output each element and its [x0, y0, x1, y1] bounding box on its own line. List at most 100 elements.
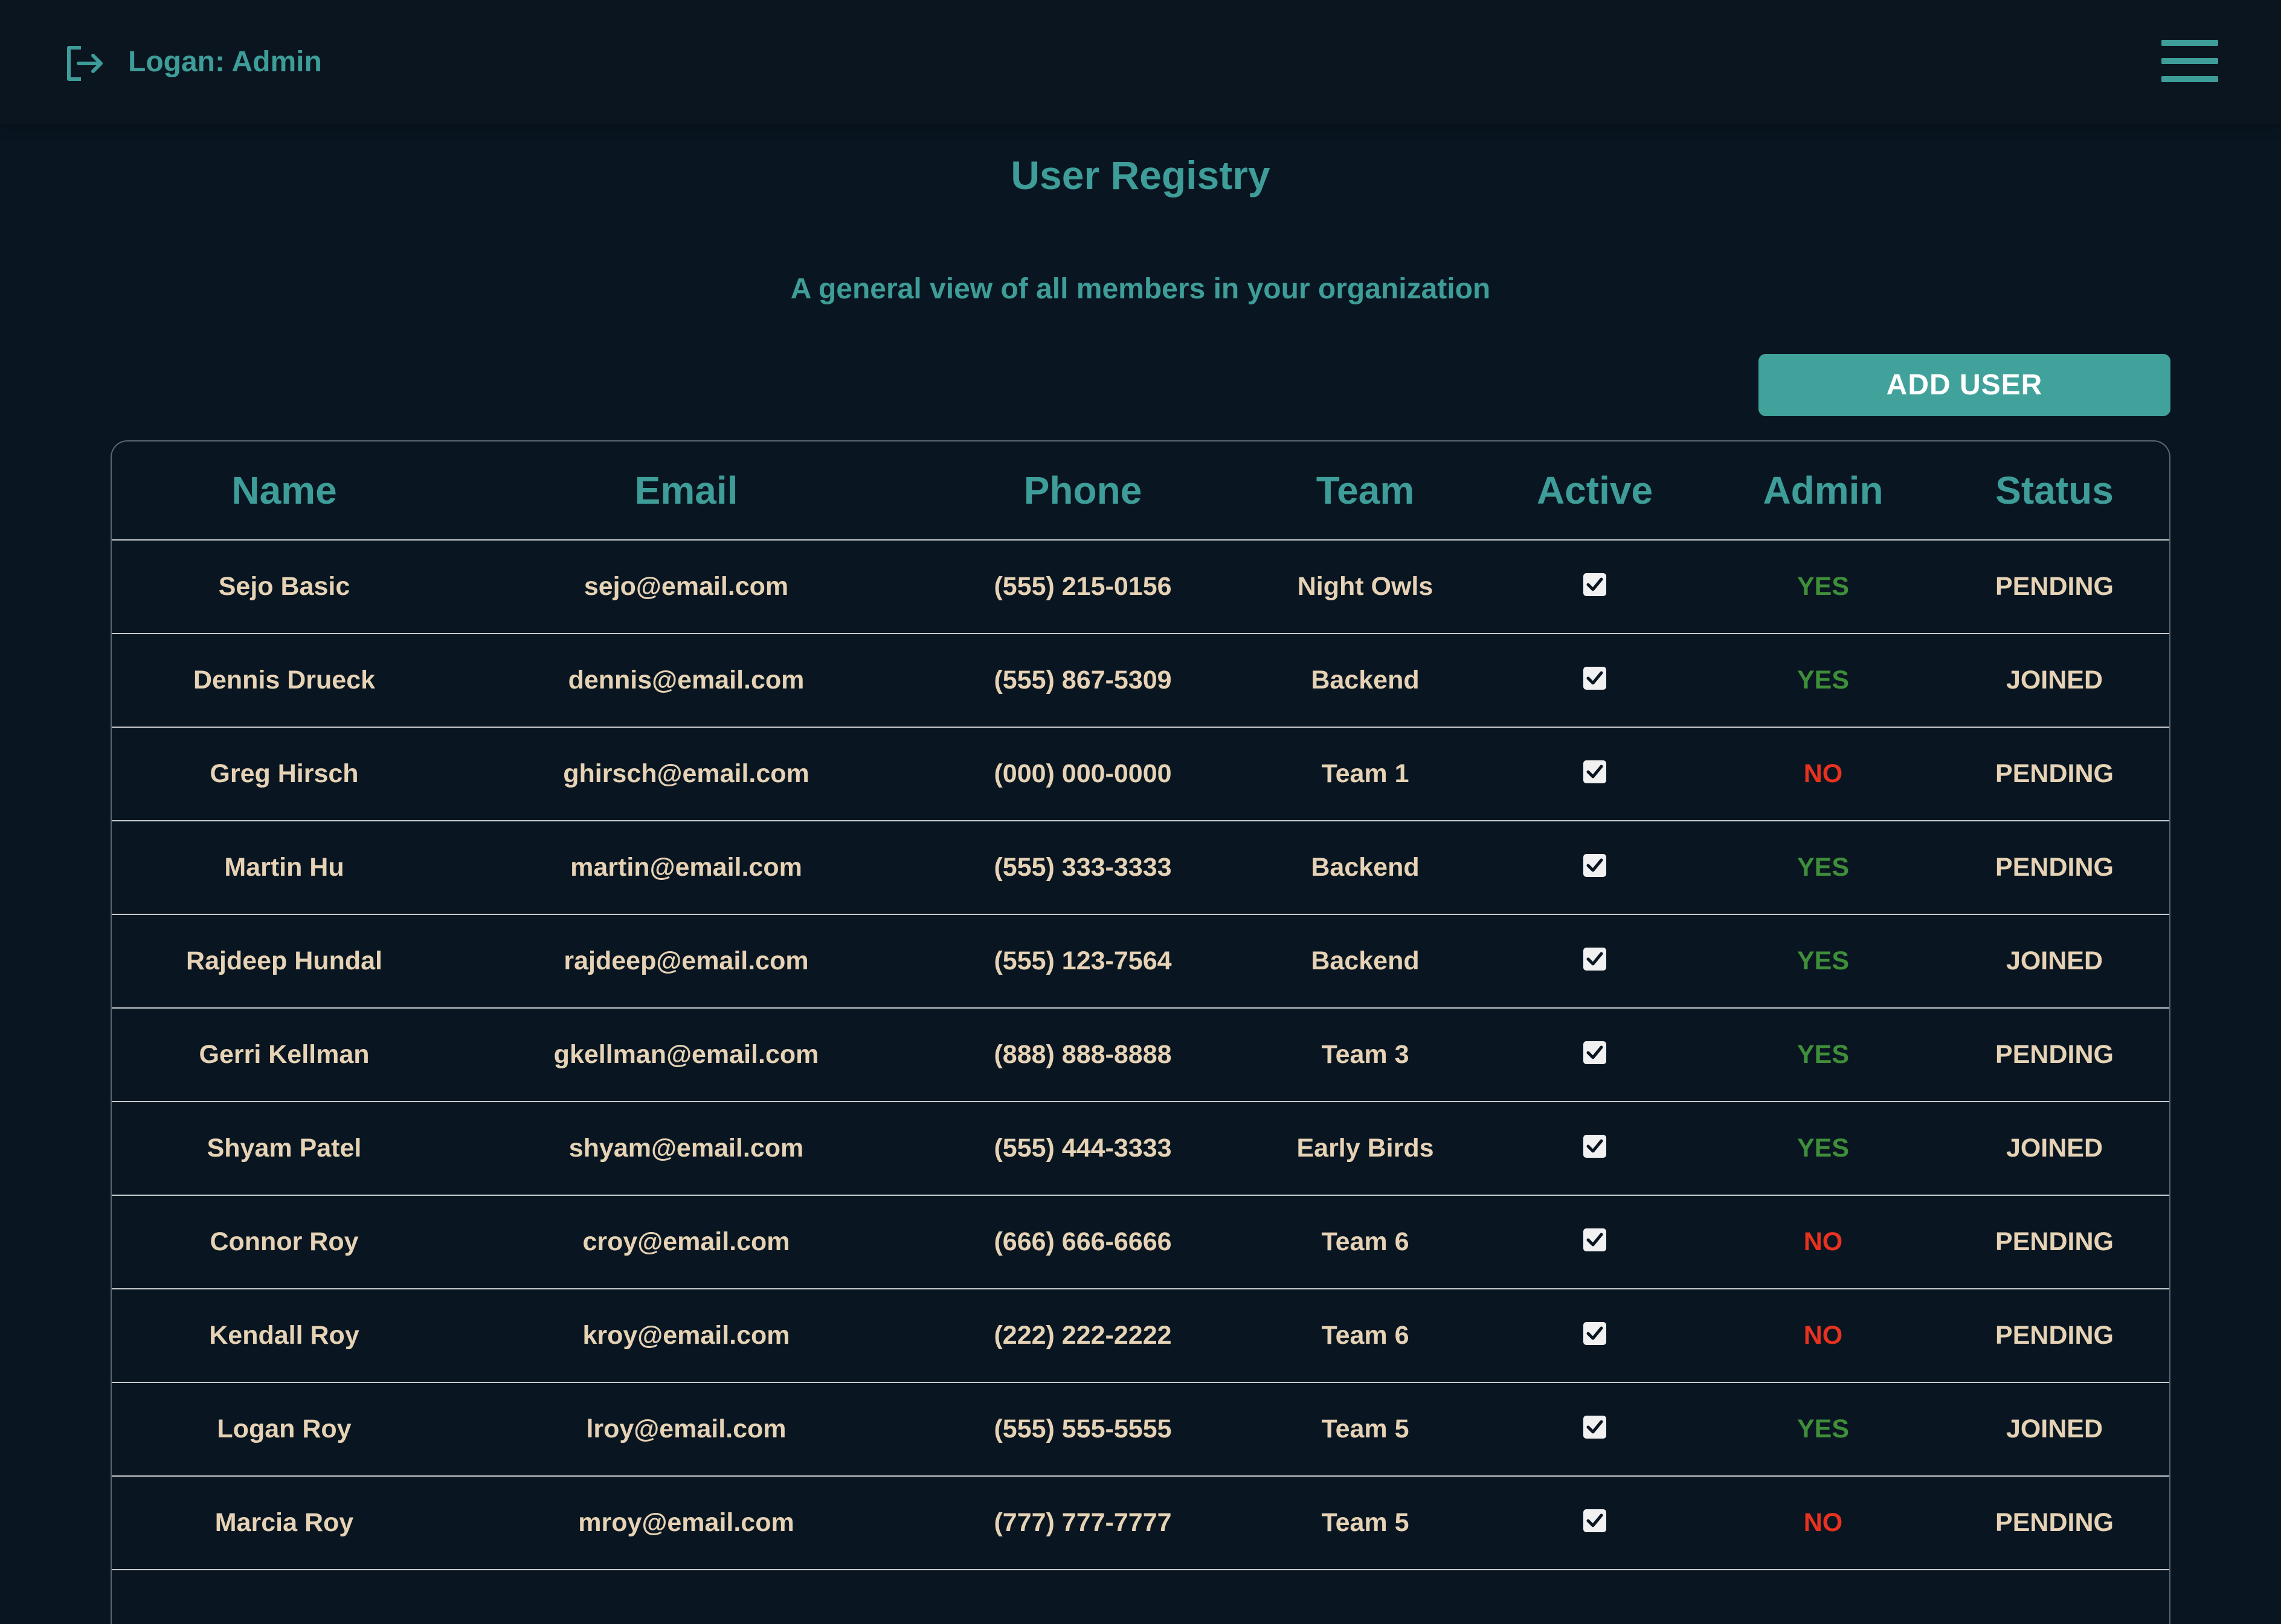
cell-admin: YES	[1709, 634, 1937, 728]
empty-cell	[1250, 1570, 1481, 1624]
cell-team: Early Birds	[1250, 1102, 1481, 1196]
cell-name: Gerri Kellman	[112, 1008, 457, 1102]
table-row[interactable]: Dennis Drueck dennis@email.com (555) 867-5…	[112, 634, 2169, 728]
table-row[interactable]: Shyam Patel shyam@email.com (555) 444-3333…	[112, 1102, 2169, 1196]
cell-name: Greg Hirsch	[112, 727, 457, 821]
empty-cell	[1937, 1570, 2169, 1624]
active-checkbox[interactable]	[1583, 1321, 1606, 1345]
cell-active	[1481, 540, 1709, 634]
cell-active	[1481, 1289, 1709, 1383]
cell-phone: (555) 215-0156	[916, 540, 1250, 634]
cell-email: rajdeep@email.com	[457, 914, 916, 1009]
cell-status: PENDING	[1937, 1289, 2169, 1383]
table-row[interactable]: Sejo Basic sejo@email.com (555) 215-0156 Ni…	[112, 540, 2169, 634]
cell-status: PENDING	[1937, 727, 2169, 821]
cell-team: Night Owls	[1250, 540, 1481, 634]
active-checkbox[interactable]	[1583, 1041, 1606, 1064]
empty-cell	[1481, 1570, 1709, 1624]
cell-team: Backend	[1250, 634, 1481, 728]
cell-status: PENDING	[1937, 1195, 2169, 1289]
active-checkbox[interactable]	[1583, 853, 1606, 877]
table-row[interactable]: Kendall Roy kroy@email.com (222) 222-2222 T…	[112, 1289, 2169, 1383]
cell-phone: (555) 444-3333	[916, 1102, 1250, 1196]
cell-email: lroy@email.com	[457, 1382, 916, 1477]
column-header-active[interactable]: Active	[1481, 441, 1709, 541]
cell-phone: (777) 777-7777	[916, 1476, 1250, 1570]
cell-status: PENDING	[1937, 821, 2169, 915]
active-checkbox[interactable]	[1583, 1415, 1606, 1439]
table-row[interactable]: Gerri Kellman gkellman@email.com (888) 888…	[112, 1008, 2169, 1102]
cell-phone: (555) 555-5555	[916, 1382, 1250, 1477]
add-user-button[interactable]: ADD USER	[1758, 354, 2170, 416]
column-header-admin[interactable]: Admin	[1709, 441, 1937, 541]
column-header-status[interactable]: Status	[1937, 441, 2169, 541]
cell-team: Team 5	[1250, 1476, 1481, 1570]
table-row[interactable]: Connor Roy croy@email.com (666) 666-6666 Te…	[112, 1195, 2169, 1289]
table-row[interactable]: Martin Hu martin@email.com (555) 333-3333 B…	[112, 821, 2169, 915]
empty-cell	[916, 1570, 1250, 1624]
page-title: User Registry	[1011, 153, 1270, 197]
checkmark-icon	[1586, 1513, 1603, 1527]
table-row[interactable]: Greg Hirsch ghirsch@email.com (000) 000-00…	[112, 727, 2169, 821]
cell-active	[1481, 1195, 1709, 1289]
active-checkbox[interactable]	[1583, 760, 1606, 783]
cell-admin: NO	[1709, 1195, 1937, 1289]
page-subtitle: A general view of all members in your or…	[790, 273, 1491, 305]
cell-status: JOINED	[1937, 634, 2169, 728]
cell-active	[1481, 1476, 1709, 1570]
cell-name: Connor Roy	[112, 1195, 457, 1289]
cell-phone: (888) 888-8888	[916, 1008, 1250, 1102]
cell-status: PENDING	[1937, 1008, 2169, 1102]
cell-name: Shyam Patel	[112, 1102, 457, 1196]
table-row[interactable]: Marcia Roy mroy@email.com (777) 777-7777 Te…	[112, 1476, 2169, 1570]
checkmark-icon	[1586, 1139, 1603, 1153]
cell-team: Team 6	[1250, 1195, 1481, 1289]
column-header-email[interactable]: Email	[457, 441, 916, 541]
column-header-name[interactable]: Name	[112, 441, 457, 541]
active-checkbox[interactable]	[1583, 666, 1606, 690]
empty-cell	[112, 1570, 457, 1624]
cell-name: Rajdeep Hundal	[112, 914, 457, 1009]
checkmark-icon	[1586, 577, 1603, 591]
cell-status: JOINED	[1937, 1102, 2169, 1196]
checkmark-icon	[1586, 952, 1603, 966]
cell-phone: (555) 123-7564	[916, 914, 1250, 1009]
table-header-row: Name Email Phone Team Active Admin Statu…	[112, 441, 2169, 541]
cell-status: JOINED	[1937, 914, 2169, 1009]
cell-phone: (222) 222-2222	[916, 1289, 1250, 1383]
logout-icon[interactable]	[65, 45, 104, 82]
active-checkbox[interactable]	[1583, 573, 1606, 596]
cell-active	[1481, 1382, 1709, 1477]
cell-email: martin@email.com	[457, 821, 916, 915]
active-checkbox[interactable]	[1583, 1228, 1606, 1251]
cell-name: Kendall Roy	[112, 1289, 457, 1383]
user-table-container: Name Email Phone Team Active Admin Statu…	[111, 440, 2170, 1624]
cell-email: shyam@email.com	[457, 1102, 916, 1196]
table-row[interactable]	[112, 1570, 2169, 1624]
cell-admin: NO	[1709, 1476, 1937, 1570]
cell-active	[1481, 1008, 1709, 1102]
cell-name: Sejo Basic	[112, 540, 457, 634]
cell-team: Team 1	[1250, 727, 1481, 821]
cell-active	[1481, 634, 1709, 728]
empty-cell	[457, 1570, 916, 1624]
hamburger-menu-icon[interactable]	[2161, 40, 2218, 83]
cell-name: Martin Hu	[112, 821, 457, 915]
cell-active	[1481, 1102, 1709, 1196]
cell-email: mroy@email.com	[457, 1476, 916, 1570]
cell-email: dennis@email.com	[457, 634, 916, 728]
column-header-team[interactable]: Team	[1250, 441, 1481, 541]
cell-team: Team 3	[1250, 1008, 1481, 1102]
cell-status: JOINED	[1937, 1382, 2169, 1477]
checkmark-icon	[1586, 1326, 1603, 1340]
table-row[interactable]: Logan Roy lroy@email.com (555) 555-5555 Tea…	[112, 1382, 2169, 1477]
column-header-phone[interactable]: Phone	[916, 441, 1250, 541]
active-checkbox[interactable]	[1583, 1509, 1606, 1532]
table-row[interactable]: Rajdeep Hundal rajdeep@email.com (555) 123…	[112, 914, 2169, 1009]
active-checkbox[interactable]	[1583, 1134, 1606, 1158]
cell-phone: (555) 333-3333	[916, 821, 1250, 915]
cell-admin: YES	[1709, 1008, 1937, 1102]
active-checkbox[interactable]	[1583, 947, 1606, 971]
cell-admin: NO	[1709, 1289, 1937, 1383]
checkmark-icon	[1586, 858, 1603, 872]
